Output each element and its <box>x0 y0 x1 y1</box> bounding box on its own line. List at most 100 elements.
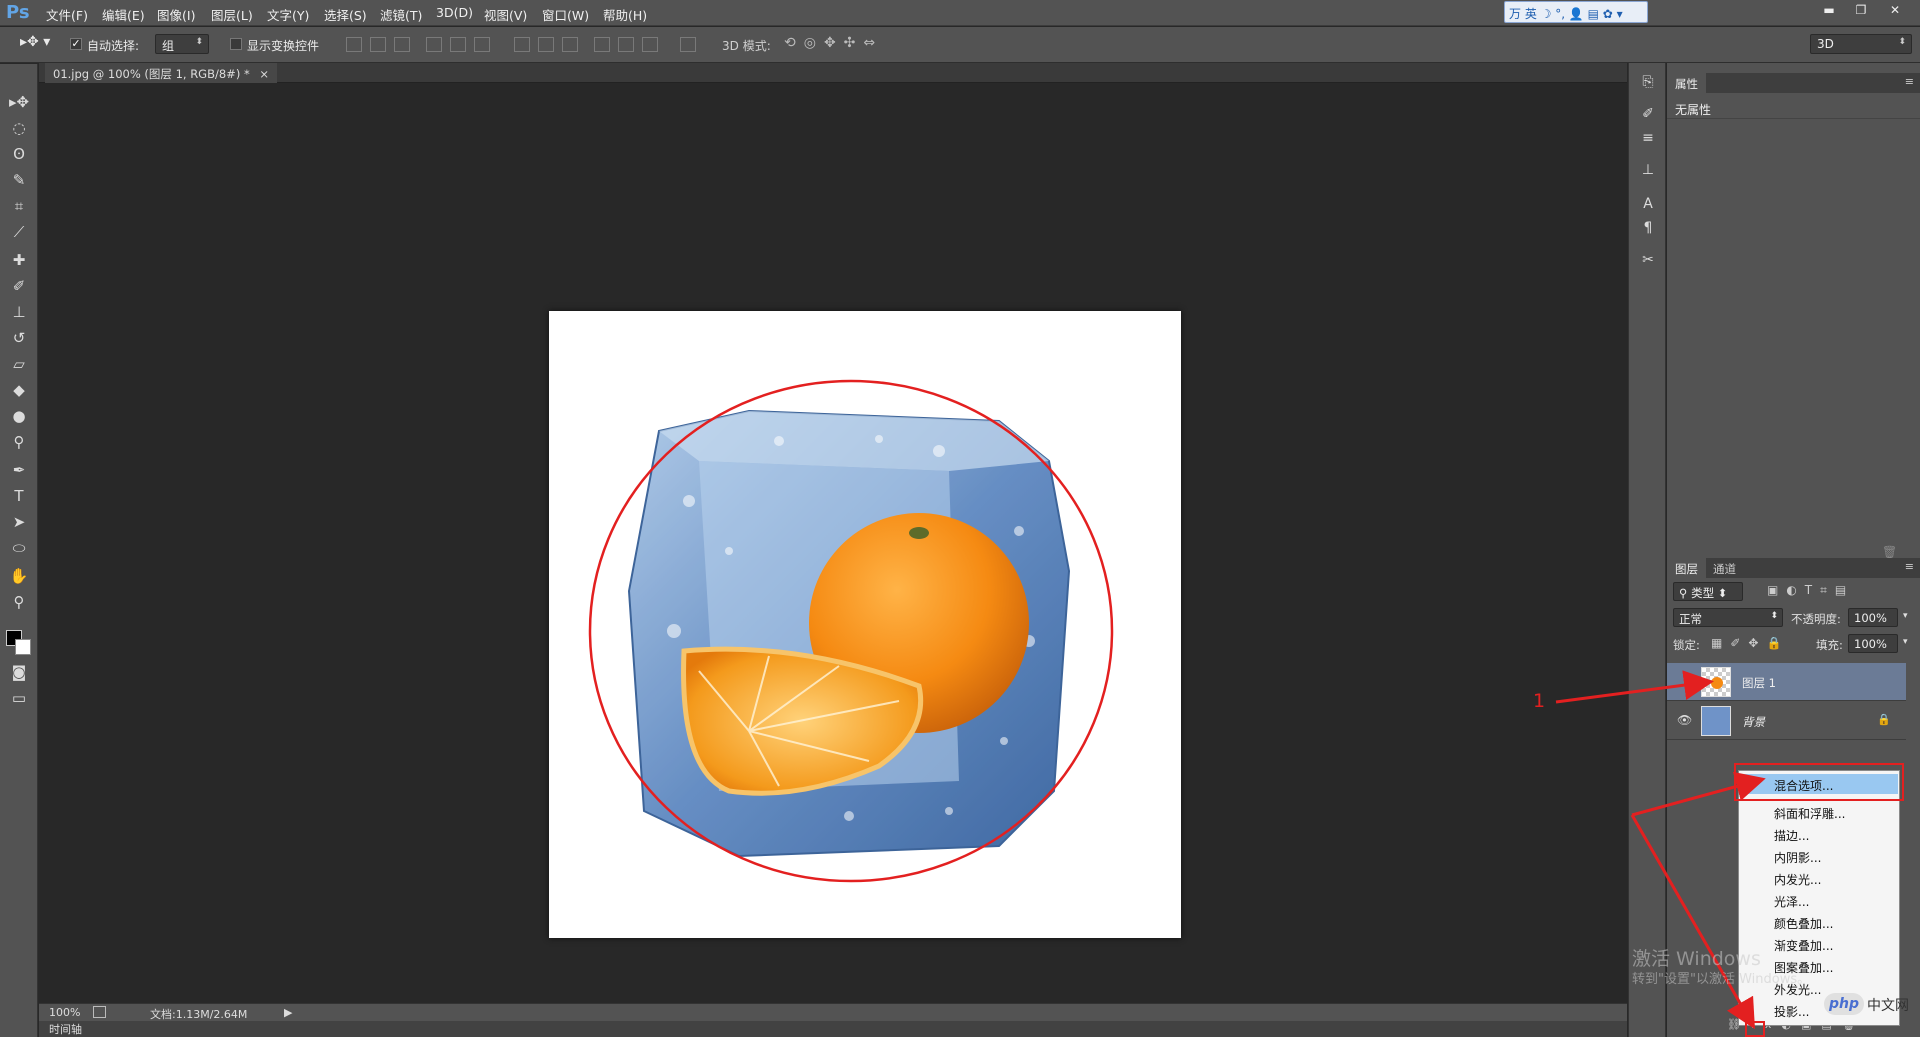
windows-activation-hint: 转到"设置"以激活 Windows。 <box>1632 972 1811 987</box>
ime-toolbar[interactable]: 万 英 ☽ °, 👤 ▤ ✿ ▾ <box>1504 1 1648 23</box>
canvas-area[interactable] <box>39 83 1627 1003</box>
layer-row-background[interactable]: 👁 背景 🔒 <box>1667 702 1906 740</box>
align-vcenter-icon[interactable] <box>370 37 386 52</box>
menu-filter[interactable]: 滤镜(T) <box>380 5 422 24</box>
dodge-tool-icon[interactable]: ⚲ <box>8 432 30 452</box>
clone-source-icon[interactable]: ⊥ <box>1639 161 1657 179</box>
align-left-icon[interactable] <box>426 37 442 52</box>
hand-tool-icon[interactable]: ✋ <box>8 566 30 586</box>
close-window-icon[interactable]: ✕ <box>1880 0 1910 20</box>
menu-select[interactable]: 选择(S) <box>324 5 367 24</box>
quick-mask-icon[interactable]: ◙ <box>8 662 30 682</box>
opacity-field[interactable]: 100% <box>1848 608 1898 627</box>
healing-brush-tool-icon[interactable]: ✚ <box>8 250 30 270</box>
character-panel-icon[interactable]: A <box>1639 195 1657 213</box>
trash-icon[interactable]: 🗑 <box>1882 545 1897 559</box>
distribute-bottom-icon[interactable] <box>562 37 578 52</box>
history-brush-tool-icon[interactable]: ↺ <box>8 328 30 348</box>
quick-select-tool-icon[interactable]: ✎ <box>8 170 30 190</box>
distribute-right-icon[interactable] <box>642 37 658 52</box>
background-color-swatch[interactable] <box>15 639 31 655</box>
timeline-panel[interactable]: 时间轴 <box>39 1021 1627 1037</box>
brush-presets-icon[interactable]: ✐ <box>1639 105 1657 123</box>
pen-tool-icon[interactable]: ✒ <box>8 460 30 480</box>
fill-field[interactable]: 100% <box>1848 634 1898 653</box>
menu-type[interactable]: 文字(Y) <box>267 5 309 24</box>
blend-mode-dropdown[interactable]: 正常 ⬍ <box>1673 608 1783 627</box>
paragraph-panel-icon[interactable]: ¶ <box>1639 219 1657 237</box>
panel-menu-icon[interactable]: ≡ <box>1905 560 1914 573</box>
eye-visibility-icon[interactable]: 👁 <box>1677 713 1692 727</box>
panel-menu-icon[interactable]: ≡ <box>1905 75 1914 88</box>
align-hcenter-icon[interactable] <box>450 37 466 52</box>
auto-align-icon[interactable] <box>680 37 696 52</box>
workspace-dropdown[interactable]: 3D ⬍ <box>1810 34 1912 54</box>
minimize-icon[interactable]: ▬ <box>1814 0 1844 20</box>
menu-item-color-overlay[interactable]: 颜色叠加... <box>1740 912 1898 932</box>
menu-help[interactable]: 帮助(H) <box>603 5 647 24</box>
distribute-vcenter-icon[interactable] <box>538 37 554 52</box>
document-tab[interactable]: 01.jpg @ 100% (图层 1, RGB/8#) * × <box>45 63 278 83</box>
distribute-top-icon[interactable] <box>514 37 530 52</box>
move-tool-icon[interactable]: ▸✥ <box>8 92 30 112</box>
tab-channels[interactable]: 通道 <box>1705 558 1744 578</box>
menu-item-inner-shadow[interactable]: 内阴影... <box>1740 846 1898 866</box>
type-tool-icon[interactable]: T <box>8 486 30 506</box>
3d-mode-icons[interactable]: ⟲◎✥✣⇔ <box>784 35 883 51</box>
status-menu-arrow-icon[interactable]: ▶ <box>284 1006 292 1019</box>
path-select-tool-icon[interactable]: ➤ <box>8 512 30 532</box>
crop-tool-icon[interactable]: ⌗ <box>8 196 30 216</box>
ellipse-tool-icon[interactable]: ⬭ <box>8 538 30 558</box>
layer-name[interactable]: 背景 <box>1742 714 1765 730</box>
adjustments-icon[interactable]: ≡ <box>1639 129 1657 147</box>
document-canvas[interactable] <box>549 311 1181 938</box>
eyedropper-tool-icon[interactable]: ⟋ <box>8 222 30 242</box>
layer-name[interactable]: 图层 1 <box>1742 675 1776 691</box>
stamp-tool-icon[interactable]: ⊥ <box>8 302 30 322</box>
auto-select-dropdown[interactable]: 组 ⬍ <box>155 34 209 54</box>
opacity-dropdown-icon[interactable]: ▾ <box>1903 611 1908 621</box>
menu-item-gradient-overlay[interactable]: 渐变叠加... <box>1740 934 1898 954</box>
layer-style-context-menu: 混合选项... 斜面和浮雕... 描边... 内阴影... 内发光... 光泽.… <box>1738 770 1900 1026</box>
layer-filter-icons[interactable]: ▣◐T⌗▤ <box>1767 583 1854 598</box>
menu-item-bevel-emboss[interactable]: 斜面和浮雕... <box>1740 802 1898 822</box>
restore-icon[interactable]: ❐ <box>1846 0 1876 20</box>
fill-dropdown-icon[interactable]: ▾ <box>1903 637 1908 647</box>
tab-properties[interactable]: 属性 <box>1667 73 1706 93</box>
tool-presets-icon[interactable]: ✂ <box>1639 251 1657 269</box>
blur-tool-icon[interactable]: ● <box>8 406 30 426</box>
lock-icons[interactable]: ▦✐✥🔒 <box>1711 636 1789 650</box>
align-right-icon[interactable] <box>474 37 490 52</box>
close-tab-icon[interactable]: × <box>259 67 269 81</box>
menu-view[interactable]: 视图(V) <box>484 5 527 24</box>
screen-mode-icon[interactable]: ▭ <box>8 688 30 708</box>
move-tool-preset-icon[interactable]: ▸✥ ▾ <box>20 34 50 50</box>
align-bottom-icon[interactable] <box>394 37 410 52</box>
menu-item-satin[interactable]: 光泽... <box>1740 890 1898 910</box>
menu-3d[interactable]: 3D(D) <box>436 5 473 20</box>
distribute-hcenter-icon[interactable] <box>618 37 634 52</box>
menu-item-stroke[interactable]: 描边... <box>1740 824 1898 844</box>
menu-file[interactable]: 文件(F) <box>46 5 88 24</box>
menu-window[interactable]: 窗口(W) <box>542 5 589 24</box>
eraser-tool-icon[interactable]: ▱ <box>8 354 30 374</box>
auto-select-checkbox[interactable]: ✓ <box>70 38 82 50</box>
status-export-icon[interactable] <box>93 1006 106 1018</box>
zoom-tool-icon[interactable]: ⚲ <box>8 592 30 612</box>
zoom-level[interactable]: 100% <box>49 1006 80 1019</box>
layer-filter-kind[interactable]: ⚲ 类型 ⬍ <box>1673 582 1743 601</box>
menu-layer[interactable]: 图层(L) <box>211 5 253 24</box>
marquee-tool-icon[interactable]: ◌ <box>8 118 30 138</box>
tab-layers[interactable]: 图层 <box>1667 558 1706 578</box>
align-top-icon[interactable] <box>346 37 362 52</box>
history-panel-icon[interactable]: ⎘ <box>1639 73 1657 91</box>
lasso-tool-icon[interactable]: ʘ <box>8 144 30 164</box>
menu-edit[interactable]: 编辑(E) <box>102 5 145 24</box>
layer-row-layer1[interactable]: 图层 1 <box>1667 663 1906 701</box>
menu-item-inner-glow[interactable]: 内发光... <box>1740 868 1898 888</box>
show-transform-checkbox[interactable] <box>230 38 242 50</box>
distribute-left-icon[interactable] <box>594 37 610 52</box>
paint-bucket-tool-icon[interactable]: ◆ <box>8 380 30 400</box>
brush-tool-icon[interactable]: ✐ <box>8 276 30 296</box>
menu-image[interactable]: 图像(I) <box>157 5 195 24</box>
